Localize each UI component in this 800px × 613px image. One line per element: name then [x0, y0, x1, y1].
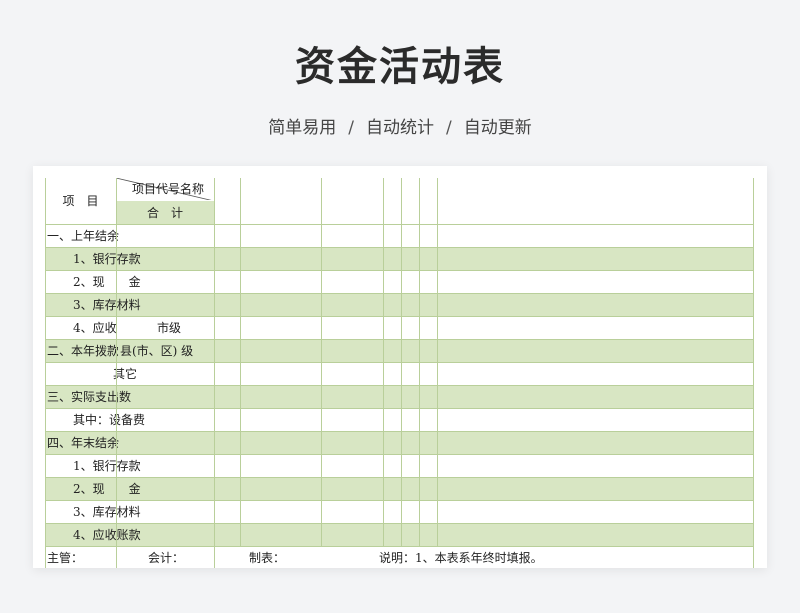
- table-row: [45, 409, 754, 432]
- footer-accountant: 会计：: [148, 551, 185, 565]
- row-label: 4、应收账款: [73, 528, 141, 542]
- grid-line: [437, 178, 438, 546]
- footer-manager: 主管：: [47, 551, 84, 565]
- grid-line: [401, 178, 402, 546]
- table-row: [45, 317, 754, 340]
- row-sub-label: 县(市、区) 级: [118, 340, 194, 362]
- footer-maker: 制表：: [249, 551, 286, 565]
- spreadsheet: 项 目 项目代号名称 合 计 一、上年结余 1、银行存款 2、现 金 3、库存材料 4、…: [33, 166, 767, 568]
- fund-activity-table: 项 目 项目代号名称 合 计 一、上年结余 1、银行存款 2、现 金 3、库存材料 4、…: [45, 178, 754, 568]
- row-label: 1、银行存款: [73, 459, 141, 473]
- grid-line: [383, 178, 384, 546]
- row-label: 二、本年拨款: [47, 344, 120, 358]
- table-row: [45, 432, 754, 455]
- table-row: [45, 524, 754, 547]
- row-label: 3、库存材料: [73, 298, 141, 312]
- grid-line: [214, 178, 215, 568]
- table-row: [45, 225, 754, 248]
- subtitle-sep: /: [348, 118, 354, 138]
- row-label: 其中：设备费: [73, 413, 146, 427]
- subtitle-sep: /: [446, 118, 452, 138]
- grid-line: [116, 178, 117, 568]
- row-label: 4、应收: [73, 321, 117, 335]
- table-row: [45, 501, 754, 524]
- table-row: [45, 248, 754, 271]
- header-code-name: 项目代号名称: [132, 182, 205, 196]
- grid-line: [240, 178, 241, 546]
- header-total: 合 计: [146, 206, 183, 220]
- subtitle-easy: 简单易用: [268, 118, 337, 138]
- table-row: [45, 363, 754, 386]
- row-label: 2、现 金: [73, 482, 141, 496]
- page-title: 资金活动表: [295, 44, 505, 90]
- grid-line: [45, 178, 46, 568]
- grid-line: [419, 178, 420, 546]
- subtitle-auto-update: 自动更新: [463, 118, 532, 138]
- row-label: 3、库存材料: [73, 505, 141, 519]
- row-label: 一、上年结余: [47, 229, 120, 243]
- row-label: 1、银行存款: [73, 252, 141, 266]
- table-row: [45, 478, 754, 501]
- subtitle-auto-stat: 自动统计: [366, 118, 434, 138]
- header-item: 项 目: [62, 194, 99, 208]
- footer-note: 说明：1、本表系年终时填报。: [379, 551, 543, 565]
- page-subtitle: 简单易用 / 自动统计 / 自动更新: [0, 113, 800, 138]
- table-row: [45, 294, 754, 317]
- table-row: [45, 455, 754, 478]
- grid-line: [753, 178, 754, 568]
- table-row: [45, 386, 754, 409]
- row-label: 四、年末结余: [47, 436, 120, 450]
- row-label: 2、现 金: [73, 275, 141, 289]
- table-row: [45, 271, 754, 294]
- row-sub-label: 市级: [155, 317, 182, 339]
- grid-line: [321, 178, 322, 546]
- row-label: 三、实际支出数: [47, 390, 132, 404]
